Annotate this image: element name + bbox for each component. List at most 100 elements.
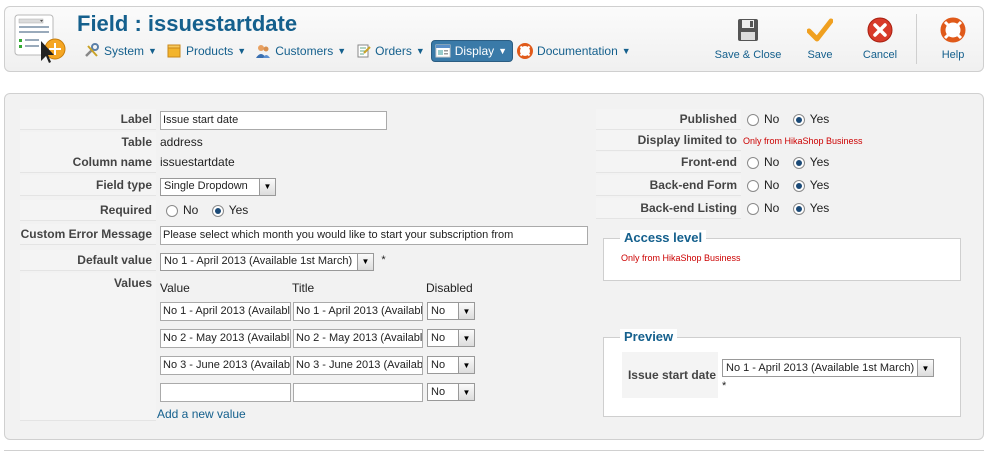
chevron-down-icon: ▼ bbox=[458, 357, 474, 373]
default-value-select[interactable]: No 1 - April 2013 (Available 1st March) … bbox=[160, 252, 374, 271]
save-button[interactable]: Save bbox=[790, 7, 850, 71]
chevron-down-icon: ▼ bbox=[337, 46, 347, 56]
backend-form-no-radio[interactable] bbox=[747, 179, 759, 192]
menu-products-label: Products bbox=[185, 44, 234, 58]
published-yes-radio[interactable] bbox=[792, 113, 805, 126]
label-input[interactable] bbox=[160, 110, 387, 130]
title-input-3[interactable]: No 3 - June 2013 (Available 1st May) bbox=[293, 356, 423, 375]
label-value-cell bbox=[160, 109, 387, 130]
display-limited-label: Display limited to bbox=[596, 130, 741, 151]
preview-select[interactable]: No 1 - April 2013 (Available 1st March) … bbox=[722, 359, 934, 377]
save-close-button[interactable]: Save & Close bbox=[706, 7, 790, 71]
published-label: Published bbox=[596, 109, 741, 130]
menu-products[interactable]: Products ▼ bbox=[163, 40, 251, 62]
row-display-limited: Display limited to Only from HikaShop Bu… bbox=[596, 130, 971, 151]
custom-error-input[interactable] bbox=[160, 225, 588, 245]
backend-listing-label: Back-end Listing bbox=[596, 198, 741, 219]
field-type-label: Field type bbox=[20, 175, 156, 196]
chevron-down-icon: ▼ bbox=[259, 178, 275, 195]
value-input-4[interactable] bbox=[160, 383, 291, 402]
menu-documentation[interactable]: Documentation ▼ bbox=[514, 40, 636, 62]
help-label: Help bbox=[941, 49, 965, 61]
backend-form-yes-radio[interactable] bbox=[792, 179, 805, 192]
row-backend-listing: Back-end Listing No Yes bbox=[596, 198, 971, 219]
display-limited-note: Only from HikaShop Business bbox=[743, 136, 863, 146]
cancel-button[interactable]: Cancel bbox=[850, 7, 910, 71]
menu-orders[interactable]: Orders ▼ bbox=[352, 40, 430, 62]
row-published: Published No Yes bbox=[596, 109, 971, 130]
required-no-radio[interactable] bbox=[166, 204, 178, 217]
frontend-yes-label: Yes bbox=[809, 155, 830, 170]
row-column-name: Column name issuestartdate bbox=[20, 152, 592, 173]
backend-listing-no-radio[interactable] bbox=[747, 202, 759, 215]
checkmark-icon bbox=[807, 18, 833, 42]
value-input-3[interactable]: No 3 - June 2013 (Available 1st May) bbox=[160, 356, 291, 375]
default-value-selected: No 1 - April 2013 (Available 1st March) bbox=[164, 255, 353, 267]
access-level-note: Only from HikaShop Business bbox=[621, 253, 741, 263]
values-col-title-header: Title bbox=[292, 281, 315, 295]
published-yes-label: Yes bbox=[809, 112, 830, 127]
required-yes-label: Yes bbox=[228, 203, 249, 218]
save-label: Save bbox=[807, 49, 833, 61]
row-label: Label bbox=[20, 109, 592, 130]
disabled-selected-1: No bbox=[431, 305, 446, 317]
field-type-select[interactable]: Single Dropdown ▼ bbox=[160, 177, 276, 196]
frontend-no-label: No bbox=[764, 155, 780, 170]
menu-customers-label: Customers bbox=[275, 44, 334, 58]
title-input-4[interactable] bbox=[293, 383, 423, 402]
display-icon bbox=[435, 44, 451, 58]
disabled-select-4[interactable]: No ▼ bbox=[427, 383, 475, 401]
products-icon bbox=[167, 44, 181, 58]
field-type-cell: Single Dropdown ▼ bbox=[160, 175, 276, 196]
chevron-down-icon: ▼ bbox=[148, 46, 157, 56]
disabled-select-1[interactable]: No ▼ bbox=[427, 302, 475, 320]
menu-system[interactable]: System ▼ bbox=[81, 40, 162, 62]
row-backend-form: Back-end Form No Yes bbox=[596, 175, 971, 196]
values-col-value-header: Value bbox=[160, 281, 190, 295]
value-input-1[interactable]: No 1 - April 2013 (Available 1st March) bbox=[160, 302, 291, 321]
help-button[interactable]: Help bbox=[923, 7, 983, 71]
disabled-select-2[interactable]: No ▼ bbox=[427, 329, 475, 347]
row-frontend: Front-end No Yes bbox=[596, 152, 971, 173]
column-name-value: issuestartdate bbox=[160, 155, 235, 169]
lifebuoy-icon bbox=[940, 17, 966, 43]
required-label: Required bbox=[20, 200, 156, 221]
title-input-1[interactable]: No 1 - April 2013 (Available 1st March) bbox=[293, 302, 423, 321]
field-type-selected: Single Dropdown bbox=[164, 180, 248, 192]
frontend-options: No Yes bbox=[747, 152, 839, 173]
floppy-disk-icon bbox=[738, 19, 758, 41]
menu-orders-label: Orders bbox=[375, 44, 412, 58]
backend-listing-yes-radio[interactable] bbox=[792, 202, 805, 215]
chevron-down-icon: ▼ bbox=[357, 253, 373, 270]
backend-form-label: Back-end Form bbox=[596, 175, 741, 196]
frontend-no-radio[interactable] bbox=[747, 156, 759, 169]
backend-listing-yes-label: Yes bbox=[809, 201, 830, 216]
published-no-radio[interactable] bbox=[747, 113, 759, 126]
toolbar-divider bbox=[916, 14, 917, 64]
preview-fieldset: Preview Issue start date No 1 - April 20… bbox=[603, 329, 961, 417]
values-col-disabled-header: Disabled bbox=[426, 281, 473, 295]
values-label: Values bbox=[20, 273, 156, 421]
disabled-select-3[interactable]: No ▼ bbox=[427, 356, 475, 374]
menu-documentation-label: Documentation bbox=[537, 44, 618, 58]
cancel-icon bbox=[867, 17, 893, 43]
chevron-down-icon: ▼ bbox=[621, 46, 631, 56]
row-default-value: Default value No 1 - April 2013 (Availab… bbox=[20, 250, 592, 271]
published-options: No Yes bbox=[747, 109, 839, 130]
row-table: Table address bbox=[20, 132, 592, 153]
menu-display[interactable]: Display ▼ bbox=[430, 40, 514, 62]
field-form-panel: Label Table address Column name issuesta… bbox=[4, 93, 984, 440]
add-new-value-link[interactable]: Add a new value bbox=[157, 407, 246, 421]
menu-customers[interactable]: Customers ▼ bbox=[252, 40, 351, 62]
customers-icon bbox=[256, 45, 271, 58]
default-value-label: Default value bbox=[20, 250, 156, 271]
title-input-2[interactable]: No 2 - May 2013 (Available 1st April) bbox=[293, 329, 423, 348]
required-asterisk: * bbox=[381, 254, 386, 266]
backend-listing-no-label: No bbox=[764, 201, 780, 216]
save-close-label: Save & Close bbox=[714, 49, 782, 61]
value-input-2[interactable]: No 2 - May 2013 (Available 1st April) bbox=[160, 329, 291, 348]
required-yes-radio[interactable] bbox=[211, 204, 224, 217]
frontend-yes-radio[interactable] bbox=[792, 156, 805, 169]
header-bar: Field : issuestartdate System ▼ Products… bbox=[4, 6, 984, 72]
row-field-type: Field type Single Dropdown ▼ bbox=[20, 175, 592, 196]
